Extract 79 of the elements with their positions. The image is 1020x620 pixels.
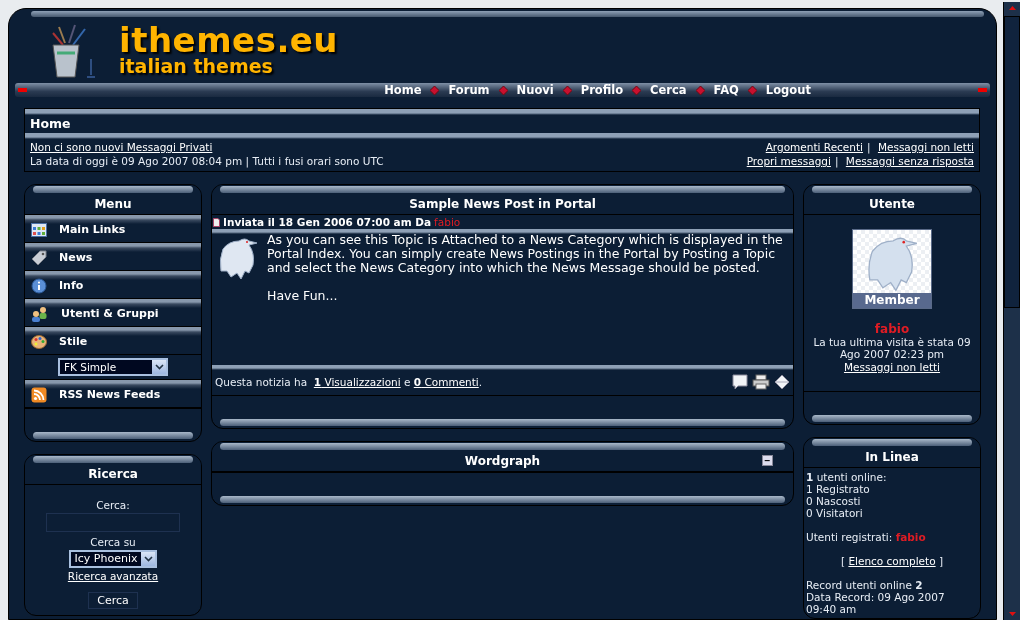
rank-label: Member: [853, 293, 931, 308]
news-paragraph: As you can see this Topic is Attached to a News Category which is displayed in the Portal Index. You can simply create News Postings in the Portal by Posting a Topic and select the News Category into which the News Message should be posted.: [267, 233, 784, 275]
news-footer-text: Questa notizia ha 1 Visualizzazioni e 0 Commenti.: [215, 376, 483, 388]
quick-link[interactable]: Propri messaggi: [746, 155, 831, 167]
panel-title: Wordgraph: [464, 454, 541, 468]
nav-link[interactable]: FAQ: [713, 83, 739, 97]
online-stat: 1 utenti online:: [806, 471, 888, 483]
registered-label: Utenti registrati:: [806, 531, 893, 543]
quick-link[interactable]: Argomenti Recenti: [765, 141, 863, 153]
news-paragraph: Have Fun...: [267, 289, 339, 303]
online-stat: 1 Registrato: [806, 483, 871, 495]
panel-title: In Linea: [865, 450, 919, 464]
date-line: La data di oggi è 09 Ago 2007 08:04 pm | Tutti i fusi orari sono UTC: [30, 154, 384, 168]
bracket: ]: [938, 555, 944, 567]
search-label: Cerca:: [96, 499, 130, 511]
grid-icon: [31, 222, 47, 237]
advanced-search-link[interactable]: Ricerca avanzata: [67, 570, 159, 582]
diamond-icon: [632, 85, 642, 95]
palette-icon: [31, 333, 47, 350]
post-icon: [213, 217, 220, 227]
unread-messages-link[interactable]: Messaggi non letti: [843, 360, 941, 373]
bracket: [: [840, 555, 846, 567]
diamond-icon: [747, 85, 757, 95]
nav-link[interactable]: Profilo: [580, 83, 624, 97]
panel-title: Menu: [94, 197, 132, 211]
author-name[interactable]: fabio: [434, 216, 461, 228]
menu-item[interactable]: News: [25, 243, 201, 271]
quick-link[interactable]: Messaggi non letti: [877, 141, 974, 153]
users-icon: [31, 305, 49, 322]
nav-link[interactable]: Home: [384, 83, 422, 97]
diamond-icon: [562, 85, 572, 95]
print-icon[interactable]: [752, 374, 770, 390]
private-messages-link[interactable]: Non ci sono nuovi Messaggi Privati: [30, 140, 384, 154]
rss-icon: [31, 386, 47, 403]
search-button[interactable]: Cerca: [88, 592, 138, 609]
comment-icon[interactable]: [732, 374, 748, 390]
record-text: Record utenti online 2: [806, 579, 924, 591]
diamond-icon: [498, 85, 508, 95]
tag-icon: [31, 249, 47, 266]
diamond-icon: [430, 85, 440, 95]
style-dropdown[interactable]: FK Simple: [58, 358, 168, 376]
breadcrumb-title: Home: [30, 115, 71, 131]
info-icon: [31, 277, 47, 294]
panel-title: Sample News Post in Portal: [409, 197, 596, 211]
nav-link[interactable]: Forum: [448, 83, 490, 97]
separator: |: [834, 155, 839, 167]
menu-item[interactable]: Stile: [25, 327, 201, 355]
quick-link[interactable]: Messaggi senza risposta: [845, 155, 974, 167]
full-list-link[interactable]: Elenco completo: [848, 555, 936, 567]
registered-user[interactable]: fabio: [895, 531, 926, 543]
nav-link[interactable]: Cerca: [650, 83, 687, 97]
nav-end-marker: [18, 88, 27, 92]
collapse-button[interactable]: −: [762, 455, 773, 466]
online-stat: 0 Visitatori: [806, 507, 864, 519]
comments-link[interactable]: 0 Commenti: [413, 376, 479, 388]
record-date: Data Record: 09 Ago 2007 09:40 am: [806, 591, 946, 615]
nav-end-marker: [978, 88, 987, 92]
separator: |: [867, 141, 871, 153]
menu-item[interactable]: Info: [25, 271, 201, 299]
scope-label: Cerca su: [90, 536, 136, 548]
post-meta: Inviata il 18 Gen 2006 07:00 am Da: [223, 216, 432, 228]
scope-dropdown[interactable]: Icy Phoenix: [68, 550, 158, 568]
online-stat: 0 Nascosti: [806, 495, 862, 507]
scrollbar[interactable]: [1003, 2, 1020, 620]
diamond-icon: [695, 85, 705, 95]
menu-item[interactable]: Utenti & Gruppi: [25, 299, 201, 327]
last-visit-text: La tua ultima visita è stata 09 Ago 2007 02:23 pm: [812, 335, 972, 361]
nav-link[interactable]: Nuovi: [516, 83, 554, 97]
search-field[interactable]: [46, 513, 180, 532]
chevron-down-icon: [143, 556, 153, 562]
nav-link[interactable]: Logout: [765, 83, 811, 97]
views-link[interactable]: 1 Visualizzazioni: [313, 376, 401, 388]
logo-subtitle: italian themes: [119, 56, 274, 76]
panel-title: Ricerca: [88, 467, 138, 481]
panel-title: Utente: [868, 197, 915, 211]
menu-item[interactable]: Main Links: [25, 215, 201, 243]
menu-item[interactable]: RSS News Feeds: [25, 380, 201, 408]
logo-title: ithemes.eu: [119, 22, 339, 57]
chevron-down-icon: [154, 364, 164, 370]
